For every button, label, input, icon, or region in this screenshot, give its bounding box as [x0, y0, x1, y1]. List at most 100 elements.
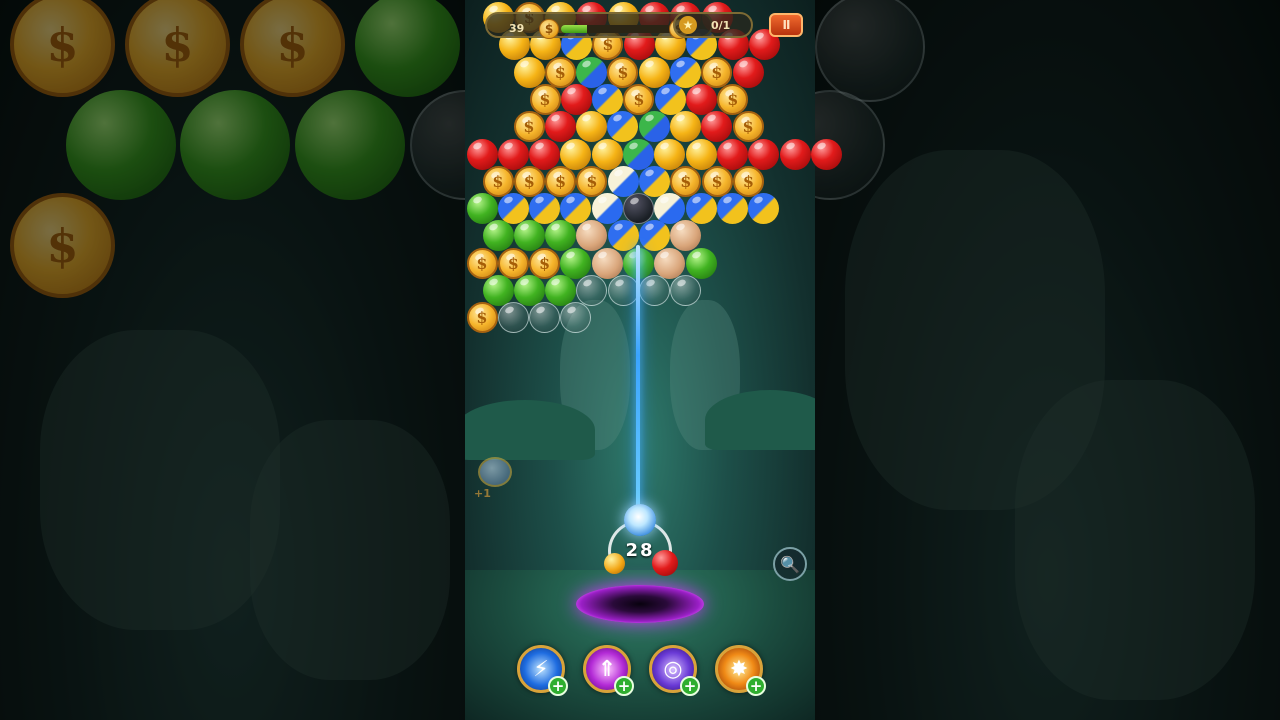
burst-booster-button[interactable]: ✸ +: [715, 645, 766, 696]
add-booster-icon[interactable]: +: [746, 676, 766, 696]
stone-bubble: [591, 248, 623, 279]
bonus-pot-icon: [478, 457, 512, 487]
glass-bubble: [607, 275, 639, 306]
coin-bubble: [670, 166, 702, 197]
green-bubble: [545, 220, 577, 251]
mixed-bubble: [529, 193, 561, 224]
glass-bubble-blur: [410, 90, 465, 200]
red-bubble: [560, 84, 592, 115]
add-booster-icon[interactable]: +: [548, 676, 568, 696]
coin-bubble: [466, 302, 498, 333]
mixed-bubble: [576, 57, 608, 88]
coin-bubble-blur: $: [10, 193, 115, 298]
mixed-bubble: [497, 193, 529, 224]
yellow-bubble: [685, 139, 717, 170]
coin-bubble: [717, 84, 749, 115]
right-blurred-backdrop: [815, 0, 1280, 720]
coin-bubble: [482, 166, 514, 197]
mixed-bubble: [623, 139, 654, 170]
yellow-bubble: [576, 111, 608, 142]
coin-bubble: [466, 248, 498, 279]
goal-counter: ★ 0/1: [673, 12, 753, 38]
mixed-bubble: [685, 193, 717, 224]
red-bubble: [497, 139, 529, 170]
glass-bubble: [529, 302, 561, 333]
green-bubble: [513, 275, 545, 306]
coin-bubble: [576, 166, 608, 197]
coin-bubble: [544, 57, 576, 88]
bonus-indicator: +1: [472, 455, 522, 507]
red-bubble: [810, 139, 842, 170]
mixed-bubble: [591, 193, 623, 224]
mixed-bubble: [670, 57, 701, 88]
top-hud: 39 $ $ ★ 0/1 II: [473, 10, 807, 40]
lightning-booster-button[interactable]: ⚡ +: [517, 645, 568, 696]
green-bubble: [482, 275, 514, 306]
yellow-bubble: [513, 57, 545, 88]
coin-bubble: [623, 84, 655, 115]
coin-bubble: [732, 111, 764, 142]
green-bubble: [482, 220, 514, 251]
green-bubble-blur: [355, 0, 460, 97]
coin-bubble: [701, 166, 733, 197]
portal-vortex: [576, 585, 704, 623]
yellow-bubble: [591, 139, 623, 170]
goal-value: 0/1: [711, 19, 731, 32]
score-progress: [561, 25, 681, 33]
next-bubble-yellow[interactable]: [604, 553, 625, 574]
mixed-bubble: [654, 84, 686, 115]
pause-button[interactable]: II: [769, 13, 803, 37]
red-bubble: [779, 139, 811, 170]
star-icon: ★: [679, 16, 697, 34]
magnifier-button[interactable]: 🔍: [773, 547, 807, 581]
red-bubble: [544, 111, 576, 142]
coin-icon: $: [539, 19, 559, 39]
glass-bubble: [497, 302, 529, 333]
mixed-bubble: [638, 111, 670, 142]
game-screen: $ $ $ $ 39 $ $: [0, 0, 1280, 720]
next-bubble-red[interactable]: [652, 550, 678, 576]
coin-bubble-blur: $: [240, 0, 345, 97]
mixed-bubble: [607, 166, 639, 197]
magnifier-icon: 🔍: [780, 554, 800, 574]
bonus-label: +1: [474, 487, 491, 500]
tree-blur: [40, 330, 280, 630]
mixed-bubble: [607, 220, 639, 251]
foliage: [465, 400, 595, 460]
coin-bubble: [732, 166, 764, 197]
red-bubble: [732, 57, 764, 88]
mixed-bubble: [716, 193, 748, 224]
coin-bubble: [529, 84, 561, 115]
red-bubble: [716, 139, 748, 170]
dark-bubble: [623, 193, 654, 224]
lightning-shot-bubble[interactable]: [624, 504, 656, 536]
green-bubble: [466, 193, 498, 224]
yellow-bubble: [638, 57, 670, 88]
vortex-booster-button[interactable]: ◎ +: [649, 645, 700, 696]
coin-bubble: [513, 166, 545, 197]
score-value: 39: [509, 22, 525, 35]
glass-bubble-blur: [815, 0, 925, 102]
mixed-bubble: [748, 193, 780, 224]
foliage: [705, 390, 815, 450]
mushroom-blur: [845, 150, 1105, 510]
red-bubble: [529, 139, 561, 170]
red-bubble: [466, 139, 498, 170]
add-booster-icon[interactable]: +: [680, 676, 700, 696]
mixed-bubble: [639, 220, 670, 251]
aim-line: [636, 245, 640, 520]
coin-bubble: [529, 248, 561, 279]
green-bubble: [513, 220, 545, 251]
score-progress-fill: [561, 25, 588, 33]
red-bubble: [748, 139, 780, 170]
coin-bubble: [497, 248, 529, 279]
coin-bubble: [513, 111, 545, 142]
tree-blur: [1015, 380, 1255, 700]
arrow-booster-button[interactable]: ⇑ +: [583, 645, 634, 696]
coin-bubble-blur: $: [10, 0, 115, 97]
coin-bubble: [701, 57, 733, 88]
left-blurred-backdrop: $ $ $ $: [0, 0, 465, 720]
green-bubble-blur: [66, 90, 176, 200]
add-booster-icon[interactable]: +: [614, 676, 634, 696]
rock-blur: [250, 420, 450, 680]
